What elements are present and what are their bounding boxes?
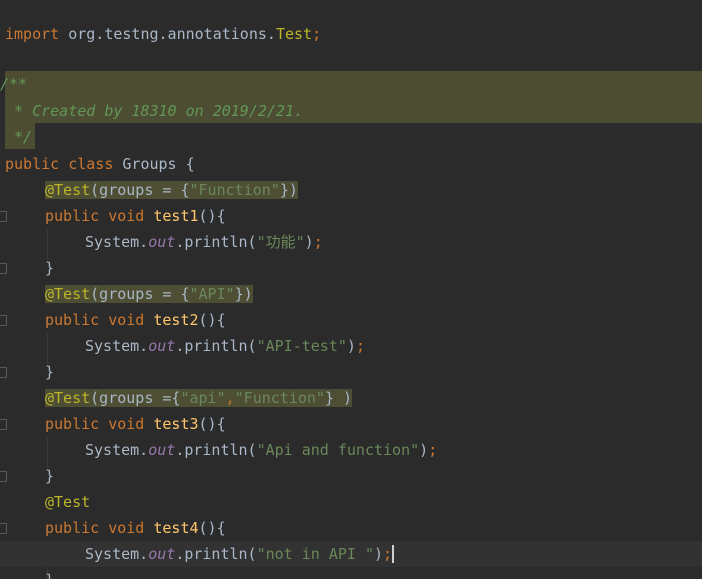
- semicolon: ;: [355, 337, 365, 355]
- annotation-highlight: @Test(groups ={"api","Function"} ): [45, 389, 353, 407]
- parens-brace: (){: [198, 415, 226, 433]
- code-line-doc-open[interactable]: /**: [0, 71, 702, 97]
- group-string: "api": [180, 389, 226, 407]
- print-string: "API-test": [256, 337, 347, 355]
- class-keyword: class: [68, 155, 114, 173]
- void-keyword: void: [108, 311, 145, 329]
- println-call: .println(: [175, 441, 257, 459]
- println-call: .println(: [175, 337, 257, 355]
- annotation-highlight: @Test(groups = {"API"}): [45, 285, 253, 303]
- text-caret: [392, 545, 395, 563]
- brace-open: {: [185, 155, 195, 173]
- brace-close: }: [45, 571, 54, 579]
- brace-close: }: [45, 467, 55, 485]
- out-field: out: [148, 337, 176, 355]
- out-field: out: [148, 233, 176, 251]
- semicolon: ;: [312, 25, 322, 43]
- annotation-highlight: @Test(groups = {"Function"}): [45, 181, 298, 199]
- method-name: test1: [153, 207, 199, 225]
- groups-prefix: (groups = {: [90, 285, 190, 303]
- code-line-method-4[interactable]: public void test4(){: [0, 515, 702, 541]
- test-annotation: @Test: [45, 285, 91, 303]
- doc-close: */: [5, 128, 33, 146]
- code-line-close-1[interactable]: }: [0, 255, 702, 281]
- code-line-doc-body[interactable]: * Created by 18310 on 2019/2/21.: [0, 98, 702, 124]
- group-string: "Function": [234, 389, 325, 407]
- public-keyword: public: [45, 311, 100, 329]
- void-keyword: void: [108, 519, 145, 537]
- public-keyword: public: [45, 519, 100, 537]
- brace-close: }: [45, 259, 55, 277]
- parens-brace: (){: [198, 519, 226, 537]
- group-string: "API": [189, 285, 235, 303]
- doc-body: * Created by 18310 on 2019/2/21.: [5, 102, 304, 120]
- semicolon: ;: [313, 233, 323, 251]
- comma: ,: [225, 389, 235, 407]
- system-class: System.: [85, 337, 149, 355]
- public-keyword: public: [45, 207, 100, 225]
- import-keyword: import: [5, 25, 60, 43]
- call-close: ): [304, 233, 314, 251]
- import-path: org.testng.annotations.: [68, 25, 276, 43]
- void-keyword: void: [108, 207, 145, 225]
- code-line-doc-close[interactable]: */: [0, 124, 702, 150]
- code-editor[interactable]: import org.testng.annotations.Test; /** …: [0, 0, 702, 579]
- out-field: out: [148, 441, 176, 459]
- system-class: System.: [85, 441, 149, 459]
- method-name: test4: [153, 519, 199, 537]
- code-line-annotation-1[interactable]: @Test(groups = {"Function"}): [0, 177, 702, 203]
- code-line-annotation-4[interactable]: @Test: [0, 489, 702, 515]
- code-line-close-4[interactable]: }: [0, 567, 702, 579]
- test-annotation: @Test: [45, 181, 91, 199]
- test-annotation: @Test: [45, 493, 91, 511]
- println-call: .println(: [175, 545, 257, 563]
- out-field: out: [148, 545, 176, 563]
- print-string: "功能": [256, 233, 305, 251]
- parens-brace: (){: [198, 207, 226, 225]
- code-line-print-4-current[interactable]: System.out.println("not in API ");: [0, 541, 702, 567]
- groups-suffix: }): [279, 181, 298, 199]
- method-name: test2: [153, 311, 199, 329]
- call-close: ): [374, 545, 384, 563]
- code-line-print-1[interactable]: System.out.println("功能");: [0, 229, 702, 255]
- doc-open: /**: [0, 75, 28, 93]
- groups-suffix: } ): [324, 389, 353, 407]
- groups-prefix: (groups = {: [90, 181, 190, 199]
- code-line-annotation-2[interactable]: @Test(groups = {"API"}): [0, 281, 702, 307]
- public-keyword: public: [45, 415, 100, 433]
- code-line-import[interactable]: import org.testng.annotations.Test;: [0, 21, 702, 47]
- code-line-close-3[interactable]: }: [0, 463, 702, 489]
- group-string: "Function": [189, 181, 280, 199]
- call-close: ): [419, 441, 429, 459]
- code-line-method-2[interactable]: public void test2(){: [0, 307, 702, 333]
- println-call: .println(: [175, 233, 257, 251]
- code-line-method-3[interactable]: public void test3(){: [0, 411, 702, 437]
- parens-brace: (){: [198, 311, 226, 329]
- void-keyword: void: [108, 415, 145, 433]
- code-line-method-1[interactable]: public void test1(){: [0, 203, 702, 229]
- code-line-class-decl[interactable]: public class Groups {: [0, 151, 702, 177]
- call-close: ): [346, 337, 356, 355]
- groups-prefix: (groups ={: [90, 389, 181, 407]
- system-class: System.: [85, 545, 149, 563]
- class-name: Groups: [122, 155, 177, 173]
- code-line-close-2[interactable]: }: [0, 359, 702, 385]
- test-annotation: @Test: [45, 389, 91, 407]
- method-name: test3: [153, 415, 199, 433]
- import-class: Test: [275, 25, 313, 43]
- public-keyword: public: [5, 155, 60, 173]
- semicolon: ;: [383, 545, 393, 563]
- system-class: System.: [85, 233, 149, 251]
- groups-suffix: }): [234, 285, 253, 303]
- code-line-annotation-3[interactable]: @Test(groups ={"api","Function"} ): [0, 385, 702, 411]
- semicolon: ;: [428, 441, 438, 459]
- print-string: "Api and function": [256, 441, 420, 459]
- code-line-print-2[interactable]: System.out.println("API-test");: [0, 333, 702, 359]
- print-string: "not in API ": [256, 545, 374, 563]
- code-line-print-3[interactable]: System.out.println("Api and function");: [0, 437, 702, 463]
- brace-close: }: [45, 363, 55, 381]
